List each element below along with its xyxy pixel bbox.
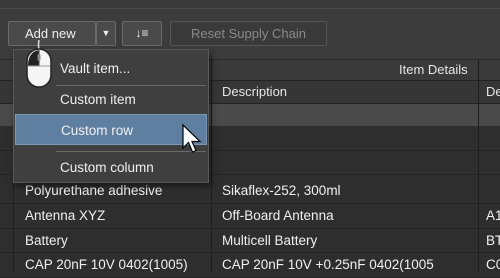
reset-supply-chain-button[interactable]: Reset Supply Chain [170, 21, 327, 46]
cell-description: CAP 20nF 10V +0.25nF 0402(1005 [222, 257, 434, 272]
cell-extra: A1 [486, 208, 500, 223]
column-divider [211, 81, 212, 272]
menu-item-custom-column[interactable]: Custom column [15, 152, 207, 183]
cell-extra: C0 [486, 257, 500, 272]
table-row[interactable]: CAP 20nF 10V 0402(1005) CAP 20nF 10V +0.… [0, 253, 500, 278]
item-details-header: Item Details [399, 62, 468, 77]
table-row[interactable]: Battery Multicell Battery BT [0, 228, 500, 253]
mouse-pointer-icon [182, 124, 202, 153]
column-divider [478, 81, 479, 272]
column-header-description[interactable]: Description [222, 84, 287, 99]
column-divider [478, 60, 479, 80]
cell-name: Antenna XYZ [25, 208, 106, 223]
cell-name: Battery [25, 232, 68, 248]
window-top-strip [0, 0, 500, 9]
cell-description: Sikaflex-252, 300ml [222, 183, 341, 198]
menu-item-custom-row[interactable]: Custom row [15, 114, 207, 145]
cell-name: Polyurethane adhesive [25, 183, 163, 198]
mouse-click-icon [26, 40, 52, 88]
cell-extra: BT [486, 232, 500, 248]
cell-description: Multicell Battery [222, 232, 318, 248]
add-new-dropdown-button[interactable]: ▼ [96, 21, 116, 46]
cell-description: Off-Board Antenna [222, 208, 334, 223]
column-divider [211, 60, 212, 80]
column-header-next[interactable]: De [486, 84, 500, 99]
sort-button[interactable]: ↓≡ [122, 21, 162, 46]
cell-name: CAP 20nF 10V 0402(1005) [25, 257, 188, 272]
table-row[interactable]: Antenna XYZ Off-Board Antenna A1 [0, 204, 500, 229]
